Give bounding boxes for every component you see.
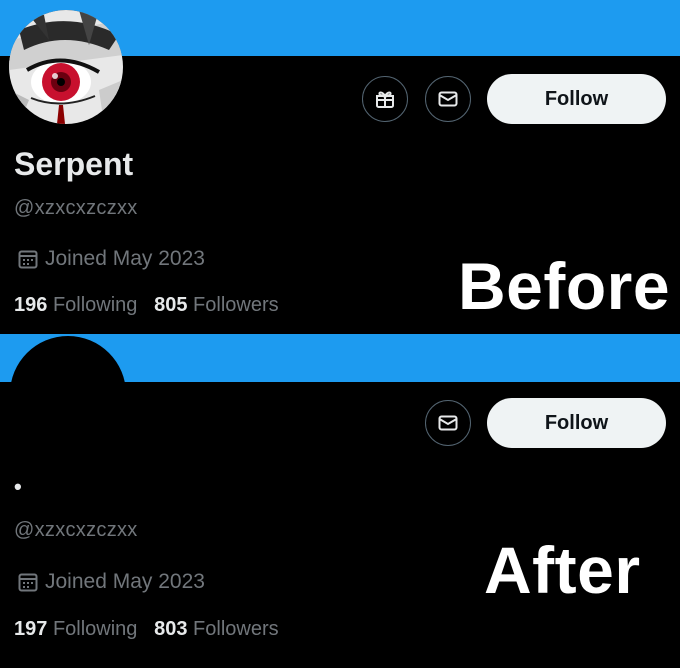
- display-name: •: [14, 474, 22, 499]
- follow-stats: 196 Following 805 Followers: [14, 294, 279, 317]
- followers-count: 805: [154, 294, 188, 316]
- follow-button[interactable]: Follow: [487, 74, 666, 124]
- followers-label: Followers: [193, 294, 279, 316]
- user-handle: @xzxcxzczxx: [14, 197, 138, 219]
- profile-before-panel: Follow Serpent @xzxcxzczxx Joined May 20…: [0, 0, 680, 334]
- followers-count: 803: [154, 618, 188, 640]
- mail-icon: [438, 91, 458, 107]
- following-link[interactable]: 196 Following: [14, 294, 137, 316]
- join-date: Joined May 2023: [17, 247, 205, 271]
- followers-label: Followers: [193, 618, 279, 640]
- following-label: Following: [52, 618, 138, 640]
- profile-after-panel: Follow • @xzxcxzczxx Joined May 2023 197…: [0, 334, 680, 668]
- join-date: Joined May 2023: [17, 570, 205, 594]
- avatar[interactable]: [10, 336, 126, 452]
- following-link[interactable]: 197 Following: [14, 618, 137, 640]
- message-button[interactable]: [425, 400, 471, 446]
- user-handle: @xzxcxzczxx: [14, 519, 138, 541]
- following-label: Following: [52, 294, 138, 316]
- after-label: After: [484, 533, 641, 607]
- avatar-image: [9, 10, 123, 124]
- before-label: Before: [458, 249, 671, 323]
- message-button[interactable]: [425, 76, 471, 122]
- follow-stats: 197 Following 803 Followers: [14, 618, 279, 641]
- join-date-text: Joined May 2023: [45, 247, 205, 270]
- avatar[interactable]: [9, 10, 123, 124]
- followers-link[interactable]: 805 Followers: [154, 294, 279, 316]
- following-count: 196: [14, 294, 48, 316]
- following-count: 197: [14, 618, 48, 640]
- display-name: Serpent: [14, 146, 134, 182]
- gift-icon: [376, 91, 394, 108]
- follow-button[interactable]: Follow: [487, 398, 666, 448]
- followers-link[interactable]: 803 Followers: [154, 618, 279, 640]
- calendar-icon: [18, 250, 38, 269]
- gift-button[interactable]: [362, 76, 408, 122]
- mail-icon: [438, 415, 458, 431]
- join-date-text: Joined May 2023: [45, 570, 205, 593]
- calendar-icon: [18, 573, 38, 592]
